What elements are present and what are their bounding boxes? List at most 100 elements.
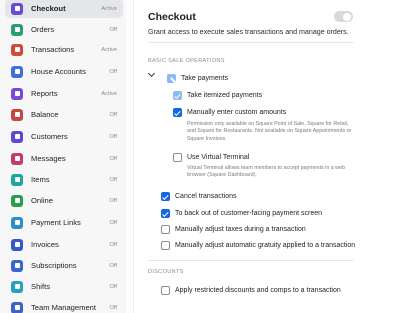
- permission-panel: Checkout Grant access to execute sales t…: [133, 0, 366, 313]
- virtual-terminal-label: Use Virtual Terminal: [187, 154, 250, 161]
- sidebar-item-label: Team Management: [31, 303, 97, 312]
- messages-icon: [11, 152, 23, 165]
- adjust-gratuity-option[interactable]: Manually adjust automatic gratuity appli…: [161, 241, 355, 250]
- orders-icon: [11, 23, 23, 36]
- reports-icon: [11, 87, 23, 100]
- restricted-discounts-label: Apply restricted discounts and comps to …: [175, 287, 341, 294]
- sidebar: Checkout Active Orders Off Transactions …: [0, 0, 126, 313]
- take-itemized-checkbox[interactable]: [173, 91, 182, 100]
- sidebar-item-status: Off: [109, 133, 117, 140]
- sidebar-item-status: Off: [109, 283, 117, 290]
- sidebar-item-label: Messages: [31, 154, 66, 163]
- page-description: Grant access to execute sales transactio…: [148, 28, 349, 36]
- sidebar-item-invoices[interactable]: Invoices Off: [5, 235, 123, 254]
- sidebar-item-label: Orders: [31, 25, 55, 34]
- sidebar-item-status: Off: [109, 241, 117, 248]
- sidebar-item-label: Items: [31, 175, 50, 184]
- adjust-gratuity-checkbox[interactable]: [161, 241, 170, 250]
- page-title: Checkout: [148, 11, 196, 23]
- sidebar-item-label: Customers: [31, 132, 68, 141]
- custom-amounts-help: Permission only available on Square Poin…: [187, 121, 352, 142]
- payment-links-icon: [11, 216, 23, 229]
- custom-amounts-label: Manually enter custom amounts: [187, 109, 287, 116]
- virtual-terminal-option[interactable]: Use Virtual Terminal: [173, 153, 249, 162]
- sidebar-item-status: Active: [101, 90, 117, 97]
- sidebar-item-orders[interactable]: Orders Off: [5, 20, 123, 39]
- sidebar-item-items[interactable]: Items Off: [5, 170, 123, 189]
- sidebar-item-house-accounts[interactable]: House Accounts Off: [5, 62, 123, 81]
- sidebar-item-status: Off: [109, 176, 117, 183]
- restricted-discounts-option[interactable]: Apply restricted discounts and comps to …: [161, 286, 341, 295]
- sidebar-item-label: Shifts: [31, 282, 50, 291]
- back-out-checkbox[interactable]: [161, 209, 170, 218]
- online-icon: [11, 194, 23, 207]
- sidebar-item-label: House Accounts: [31, 67, 86, 76]
- sidebar-item-status: Active: [101, 5, 117, 12]
- adjust-taxes-option[interactable]: Manually adjust taxes during a transacti…: [161, 225, 306, 234]
- sidebar-item-label: Payment Links: [31, 218, 81, 227]
- sidebar-item-status: Off: [109, 304, 117, 311]
- custom-amounts-option[interactable]: Manually enter custom amounts: [173, 108, 286, 117]
- subscriptions-icon: [11, 259, 23, 272]
- take-payments-label: Take payments: [181, 75, 229, 82]
- sidebar-item-status: Off: [109, 68, 117, 75]
- virtual-terminal-checkbox[interactable]: [173, 153, 182, 162]
- checkout-toggle[interactable]: [334, 11, 353, 22]
- sidebar-item-customers[interactable]: Customers Off: [5, 127, 123, 146]
- sidebar-item-status: Off: [109, 219, 117, 226]
- sidebar-item-checkout[interactable]: Checkout Active: [5, 0, 123, 18]
- sidebar-item-online[interactable]: Online Off: [5, 191, 123, 210]
- house-accounts-icon: [11, 65, 23, 78]
- section-label-basic-sale: BASIC SALE OPERATIONS: [148, 58, 225, 64]
- virtual-terminal-help: Virtual Terminal allows team members to …: [187, 165, 345, 179]
- custom-amounts-checkbox[interactable]: [173, 108, 182, 117]
- sidebar-item-label: Subscriptions: [31, 261, 77, 270]
- take-itemized-label: Take itemized payments: [187, 92, 263, 99]
- toggle-knob: [342, 12, 351, 21]
- shifts-icon: [11, 280, 23, 293]
- checkout-icon: [11, 2, 23, 15]
- customers-icon: [11, 130, 23, 143]
- sidebar-item-messages[interactable]: Messages Off: [5, 149, 123, 168]
- invoices-icon: [11, 238, 23, 251]
- adjust-gratuity-label: Manually adjust automatic gratuity appli…: [175, 242, 356, 249]
- balance-icon: [11, 108, 23, 121]
- sidebar-item-label: Transactions: [31, 45, 75, 54]
- back-out-label: To back out of customer-facing payment s…: [175, 210, 323, 217]
- sidebar-item-transactions[interactable]: Transactions Active: [5, 40, 123, 59]
- sidebar-item-label: Online: [31, 196, 53, 205]
- adjust-taxes-checkbox[interactable]: [161, 225, 170, 234]
- adjust-taxes-label: Manually adjust taxes during a transacti…: [175, 226, 306, 233]
- sidebar-item-label: Checkout: [31, 4, 66, 13]
- take-itemized-option[interactable]: Take itemized payments: [173, 91, 262, 100]
- sidebar-item-shifts[interactable]: Shifts Off: [5, 277, 123, 296]
- divider: [148, 42, 354, 43]
- take-payments-checkbox[interactable]: [167, 74, 176, 83]
- items-icon: [11, 173, 23, 186]
- cancel-transactions-option[interactable]: Cancel transactions: [161, 192, 236, 201]
- cancel-transactions-label: Cancel transactions: [175, 193, 237, 200]
- section-label-discounts: DISCOUNTS: [148, 269, 184, 275]
- sidebar-item-label: Balance: [31, 110, 59, 119]
- sidebar-item-team-management[interactable]: Team Management Off: [5, 298, 123, 313]
- sidebar-item-status: Off: [109, 111, 117, 118]
- sidebar-item-status: Off: [109, 197, 117, 204]
- sidebar-item-subscriptions[interactable]: Subscriptions Off: [5, 256, 123, 275]
- sidebar-item-status: Off: [109, 155, 117, 162]
- back-out-option[interactable]: To back out of customer-facing payment s…: [161, 209, 322, 218]
- sidebar-item-status: Off: [109, 262, 117, 269]
- chevron-down-icon[interactable]: [147, 69, 156, 78]
- take-payments-option[interactable]: Take payments: [167, 74, 228, 83]
- sidebar-item-label: Reports: [31, 89, 58, 98]
- divider: [148, 260, 354, 261]
- sidebar-item-status: Off: [109, 26, 117, 33]
- sidebar-item-balance[interactable]: Balance Off: [5, 105, 123, 124]
- restricted-discounts-checkbox[interactable]: [161, 286, 170, 295]
- cancel-transactions-checkbox[interactable]: [161, 192, 170, 201]
- sidebar-item-label: Invoices: [31, 240, 59, 249]
- sidebar-item-status: Active: [101, 46, 117, 53]
- team-management-icon: [11, 301, 23, 313]
- sidebar-item-payment-links[interactable]: Payment Links Off: [5, 213, 123, 232]
- sidebar-item-reports[interactable]: Reports Active: [5, 84, 123, 103]
- transactions-icon: [11, 43, 23, 56]
